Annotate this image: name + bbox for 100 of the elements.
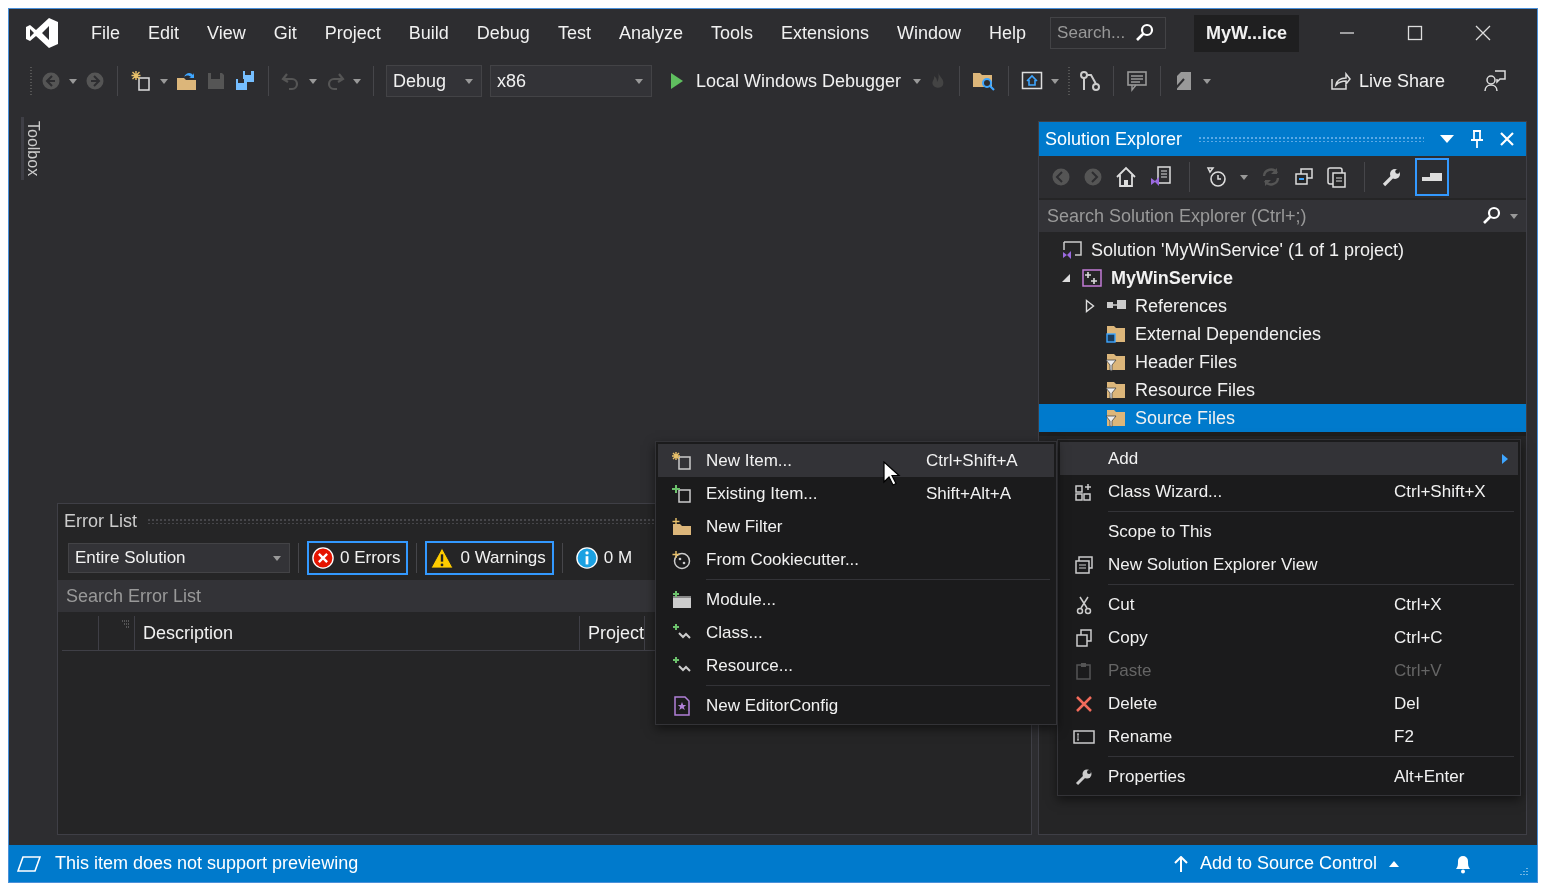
search-field[interactable]: Search Solution Explorer (Ctrl+;) [1039, 205, 1474, 227]
preview-toggle-button[interactable] [1415, 158, 1449, 196]
collapse-all-icon[interactable] [1294, 167, 1314, 187]
menu-item[interactable]: Delete Del [1060, 687, 1518, 720]
menu-item[interactable]: Edit [134, 22, 194, 44]
tree-item[interactable]: Resource Files [1039, 376, 1526, 404]
collapsed-icon[interactable] [1085, 299, 1095, 313]
home-icon[interactable] [1115, 166, 1137, 188]
play-icon [670, 72, 684, 90]
search-field[interactable]: Search... [1057, 23, 1134, 43]
menu-item[interactable]: Git [259, 22, 311, 44]
cut-icon [1074, 594, 1094, 615]
caret-icon[interactable] [1203, 78, 1212, 84]
tree-item[interactable]: References [1039, 292, 1526, 320]
show-files-icon[interactable] [1326, 166, 1348, 188]
wrench-icon[interactable] [1381, 166, 1403, 188]
menu-item[interactable]: Project [310, 22, 395, 44]
menu-item[interactable]: Rename F2 [1060, 720, 1518, 753]
menu-item[interactable]: Analyze [604, 22, 697, 44]
menu-item[interactable]: New Solution Explorer View [1060, 548, 1518, 581]
new-item-icon [671, 450, 693, 471]
solution-view-icon[interactable] [1149, 166, 1173, 188]
menu-item[interactable]: New Filter [658, 510, 1054, 543]
caret-icon[interactable] [160, 78, 168, 84]
filter-button[interactable]: 0 M [570, 541, 635, 575]
menu-item[interactable]: Properties Alt+Enter [1060, 760, 1518, 793]
tree-label: Header Files [1135, 351, 1238, 373]
menu-item[interactable]: File [77, 22, 134, 44]
source-control-button[interactable]: Add to Source Control [1167, 852, 1405, 875]
menu-item[interactable]: Scope to This [1060, 515, 1518, 548]
start-debugging-button[interactable]: Local Windows Debugger [660, 70, 906, 92]
resize-grip-icon[interactable] [1517, 866, 1529, 878]
close-icon[interactable] [1475, 25, 1492, 41]
search-box[interactable]: Search Solution Explorer (Ctrl+;) [1039, 200, 1526, 232]
delete-icon [1074, 693, 1094, 714]
menu-item[interactable]: Existing Item... Shift+Alt+A [658, 477, 1054, 510]
pin-icon[interactable] [1470, 130, 1484, 148]
column-header[interactable]: Description [135, 616, 580, 650]
menu-item[interactable]: Class... [658, 616, 1054, 649]
tree-item[interactable]: Source Files [1039, 404, 1526, 432]
branch-icon[interactable] [1079, 70, 1102, 92]
menu-item[interactable]: Class Wizard... Ctrl+Shift+X [1060, 475, 1518, 508]
open-folder-icon[interactable] [176, 70, 198, 92]
dropdown-icon[interactable] [1440, 135, 1454, 143]
save-all-icon[interactable] [234, 70, 256, 92]
filter-button[interactable]: 0 Warnings [425, 541, 554, 575]
solution-icon [1061, 240, 1083, 260]
panel-title: Solution Explorer [1045, 128, 1183, 150]
menu-item[interactable]: New Item... Ctrl+Shift+A [658, 444, 1054, 477]
grip-icon[interactable] [1067, 67, 1072, 95]
search-box[interactable]: Search... [1050, 17, 1167, 49]
folder-search-icon[interactable] [972, 70, 997, 92]
caret-icon[interactable] [309, 78, 317, 84]
warning-icon [430, 547, 455, 569]
caret-icon[interactable] [1510, 213, 1518, 219]
caret-icon[interactable] [69, 78, 77, 84]
tree-label: Resource Files [1135, 379, 1256, 401]
tree-item[interactable]: Header Files [1039, 348, 1526, 376]
live-share-button[interactable]: Live Share [1322, 69, 1451, 93]
menu-item[interactable]: Copy Ctrl+C [1060, 621, 1518, 654]
menu-item[interactable]: Window [883, 22, 976, 44]
menu-item[interactable]: Extensions [766, 22, 884, 44]
filter-button[interactable]: 0 Errors [307, 541, 409, 575]
new-file-icon[interactable] [130, 70, 152, 92]
tree-label: MyWinService [1111, 267, 1233, 289]
menu-item[interactable]: Cut Ctrl+X [1060, 588, 1518, 621]
caret-icon[interactable] [913, 78, 922, 84]
platform-dropdown[interactable]: x86 [490, 65, 652, 97]
caret-icon[interactable] [1051, 78, 1060, 84]
tree-item[interactable]: Solution 'MyWinService' (1 of 1 project) [1039, 236, 1526, 264]
caret-icon[interactable] [635, 78, 643, 84]
caret-icon[interactable] [353, 78, 361, 84]
menu-item[interactable]: Debug [462, 22, 544, 44]
history-icon[interactable] [1206, 166, 1228, 188]
configuration-dropdown[interactable]: Debug [386, 65, 482, 97]
menu-item[interactable]: Help [975, 22, 1041, 44]
menu-item[interactable]: New EditorConfig [658, 689, 1054, 722]
menu-item[interactable]: View [193, 22, 260, 44]
windows-icon [1074, 554, 1094, 575]
menu-item[interactable]: Tools [696, 22, 767, 44]
menu-item[interactable]: Add [1060, 442, 1518, 475]
menu-item[interactable]: Build [394, 22, 463, 44]
filter-grip-icon[interactable] [122, 620, 130, 628]
menu-item[interactable]: Resource... [658, 649, 1054, 682]
menu-item[interactable]: From Cookiecutter... [658, 543, 1054, 576]
tree-item[interactable]: MyWinService [1039, 264, 1526, 292]
scope-dropdown[interactable]: Entire Solution [68, 543, 290, 573]
expanded-icon[interactable] [1061, 273, 1071, 283]
caret-icon[interactable] [1240, 174, 1248, 180]
feedback-icon[interactable] [1483, 69, 1507, 93]
caret-icon[interactable] [465, 78, 473, 84]
maximize-icon[interactable] [1407, 25, 1424, 41]
caret-icon[interactable] [273, 555, 281, 561]
menu-item[interactable]: Test [543, 22, 605, 44]
home-window-icon[interactable] [1021, 70, 1044, 92]
toolbox-tab[interactable]: Toolbox [21, 117, 42, 181]
grip-icon[interactable] [29, 67, 33, 95]
column-header[interactable]: Project [580, 616, 646, 650]
comment-icon[interactable] [1126, 70, 1149, 92]
tree-item[interactable]: External Dependencies [1039, 320, 1526, 348]
